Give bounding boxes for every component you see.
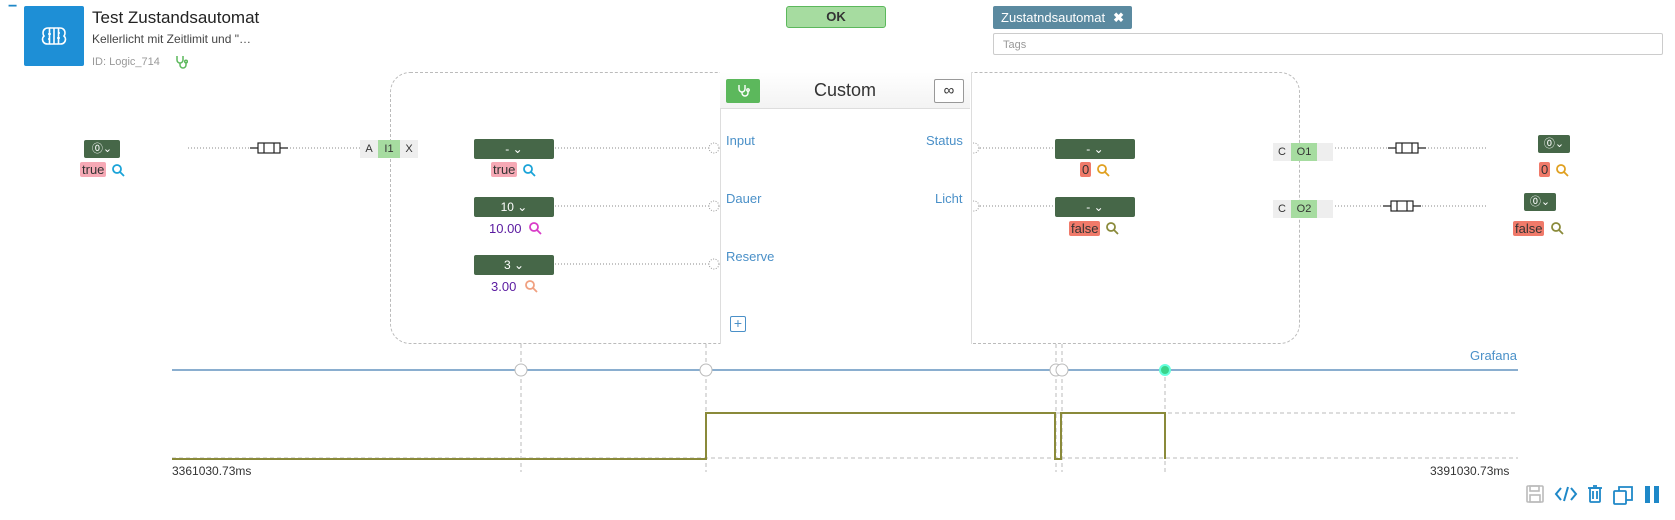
block-title: Custom <box>813 80 876 100</box>
timeline-start: 3361030.73ms <box>172 464 252 478</box>
output-label-licht: Licht <box>935 191 963 206</box>
connector-icon <box>250 142 288 154</box>
infinity-button[interactable]: ∞ <box>934 79 964 103</box>
pause-icon[interactable] <box>1642 484 1664 506</box>
target-2-value: false <box>1513 221 1545 236</box>
connector-icon <box>1388 142 1426 154</box>
timeline-marker[interactable] <box>514 363 528 377</box>
signal-trace <box>172 412 1166 460</box>
input-2-selector[interactable]: 10 ⌄ <box>474 197 554 217</box>
save-icon[interactable] <box>1525 484 1547 506</box>
zoom-icon[interactable] <box>528 221 542 240</box>
connector-icon <box>1383 200 1421 212</box>
zoom-icon[interactable] <box>1555 163 1569 182</box>
input-3-value: 3.00 <box>491 279 517 294</box>
output-2-selector[interactable]: - ⌄ <box>1055 197 1135 217</box>
port-x[interactable]: X <box>400 140 418 158</box>
port-o1-stub <box>1317 143 1333 161</box>
input-1-selector[interactable]: - ⌄ <box>474 139 554 159</box>
target-1-value: 0 <box>1539 162 1551 177</box>
input-3-selector[interactable]: 3 ⌄ <box>474 255 554 275</box>
trash-icon[interactable] <box>1585 484 1607 506</box>
port-a[interactable]: A <box>360 140 378 158</box>
copy-icon[interactable] <box>1612 484 1634 506</box>
grafana-link[interactable]: Grafana <box>1470 348 1517 363</box>
zoom-icon[interactable] <box>522 163 536 182</box>
zoom-icon[interactable] <box>111 163 125 182</box>
timeline-marker[interactable] <box>1055 363 1069 377</box>
timeline-marker[interactable] <box>699 363 713 377</box>
output-1-value: 0 <box>1080 162 1092 177</box>
input-label-input: Input <box>726 133 755 148</box>
source-value: true <box>80 162 107 177</box>
port-o2[interactable]: O2 <box>1291 200 1317 218</box>
input-label-dauer: Dauer <box>726 191 762 206</box>
port-i1[interactable]: I1 <box>378 140 400 158</box>
timeline-end: 3391030.73ms <box>1430 464 1510 478</box>
debug-button[interactable] <box>726 79 760 103</box>
source-selector[interactable]: ⓪⌄ <box>84 140 120 158</box>
zoom-icon[interactable] <box>1550 221 1564 240</box>
code-icon[interactable] <box>1554 484 1578 506</box>
port-c2[interactable]: C <box>1273 200 1291 218</box>
timeline-current-marker[interactable] <box>1159 364 1171 376</box>
target-1-selector[interactable]: ⓪⌄ <box>1538 135 1570 153</box>
add-input-button[interactable]: + <box>730 316 746 332</box>
output-1-selector[interactable]: - ⌄ <box>1055 139 1135 159</box>
port-o1[interactable]: O1 <box>1291 143 1317 161</box>
zoom-icon[interactable] <box>1105 221 1119 240</box>
input-2-value: 10.00 <box>489 221 522 236</box>
custom-panel <box>720 72 972 344</box>
zoom-icon[interactable] <box>524 279 538 298</box>
zoom-icon[interactable] <box>1096 163 1110 182</box>
output-2-value: false <box>1069 221 1101 236</box>
output-label-status: Status <box>926 133 963 148</box>
target-2-selector[interactable]: ⓪⌄ <box>1524 193 1556 211</box>
input-1-value: true <box>491 162 518 177</box>
input-label-reserve: Reserve <box>726 249 775 264</box>
port-o2-stub <box>1317 200 1333 218</box>
port-c1[interactable]: C <box>1273 143 1291 161</box>
stethoscope-icon <box>738 85 750 97</box>
